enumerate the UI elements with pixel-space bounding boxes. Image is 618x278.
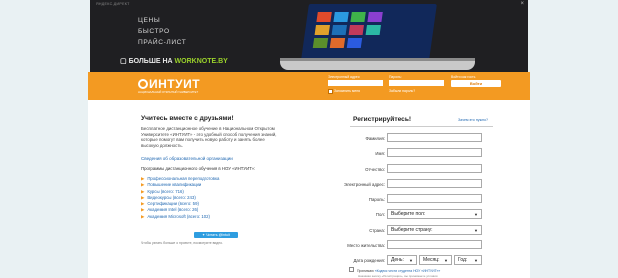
chevron-down-icon: ▼ — [474, 212, 478, 217]
why-register-link[interactable]: Зачем это нужно? — [458, 118, 488, 122]
org-info-link[interactable]: Сведения об образовательной организации — [141, 156, 233, 161]
bullet-icon: ▶ — [141, 182, 145, 188]
gender-label: Пол: — [375, 212, 385, 217]
country-select[interactable]: Выберите страну: ▼ — [387, 225, 482, 235]
ad-line-3: ПРАЙС-ЛИСТ — [138, 39, 187, 46]
year-select[interactable]: Год: ▼ — [454, 255, 482, 265]
remember-checkbox[interactable] — [328, 89, 333, 94]
laptop-image — [301, 4, 437, 60]
bullet-icon: ▶ — [141, 213, 145, 219]
login-button[interactable]: Войти — [451, 80, 501, 87]
password-input[interactable] — [387, 194, 482, 203]
agree-checkbox[interactable] — [349, 267, 354, 272]
ad-label: ЯНДЕКС.ДИРЕКТ — [96, 2, 130, 6]
bullet-icon: ▶ — [141, 194, 145, 200]
agree-row[interactable]: Принимаю «Кодекс чести студента НОУ «ИНТ… — [349, 267, 440, 273]
lastname-input[interactable] — [387, 133, 482, 142]
intro-text: Бесплатное дистанционное обучение в Наци… — [141, 126, 277, 148]
logo-text: ИНТУИТ — [149, 77, 201, 91]
ad-cta[interactable]: ▢ БОЛЬШЕ НА WORKNOTE.BY — [120, 57, 228, 65]
site-header: ИНТУИТ НАЦИОНАЛЬНЫЙ ОТКРЫТЫЙ УНИВЕРСИТЕТ… — [88, 72, 530, 100]
forgot-password-link[interactable]: Забыли пароль? — [389, 89, 415, 93]
video-note: Чтобы узнать больше о проекте, посмотрит… — [141, 241, 223, 245]
email-label: Электронный адрес: — [344, 182, 385, 187]
twitter-follow-button[interactable]: ✦ Читать @intuit — [194, 232, 238, 238]
lastname-label: Фамилия: — [365, 136, 385, 141]
country-label: Страна: — [369, 228, 385, 233]
chevron-down-icon: ▼ — [474, 258, 478, 263]
firstname-label: Имя: — [375, 151, 385, 156]
ad-line-2: БЫСТРО — [138, 28, 170, 35]
bullet-icon: ▶ — [141, 188, 145, 194]
password-label: Пароль: — [368, 197, 385, 202]
ad-cart-icon: ▢ — [120, 58, 127, 65]
laptop-hinge — [280, 58, 475, 61]
birthdate-label: Дата рождения: — [353, 258, 385, 263]
login-email-input[interactable] — [328, 80, 383, 86]
remember-label: Запомнить меня — [334, 89, 360, 93]
password-label: Пароль: — [389, 75, 402, 79]
intuit-logo[interactable]: ИНТУИТ — [138, 77, 200, 91]
logo-circle-icon — [138, 79, 148, 89]
ad-banner[interactable]: ЯНДЕКС.ДИРЕКТ × ЦЕНЫ БЫСТРО ПРАЙС-ЛИСТ ▢… — [90, 0, 528, 72]
programs-label: Программы дистанционного обучения в НОУ … — [141, 166, 256, 171]
ad-line-1: ЦЕНЫ — [138, 17, 161, 24]
logo-subtitle: НАЦИОНАЛЬНЫЙ ОТКРЫТЫЙ УНИВЕРСИТЕТ — [138, 91, 199, 94]
firstname-input[interactable] — [387, 148, 482, 157]
bullet-icon: ▶ — [141, 201, 145, 207]
program-item[interactable]: ▶ Академия Microsoft (всего: 102) — [141, 214, 219, 220]
ad-more-text: БОЛЬШЕ НА — [128, 58, 173, 65]
bullet-icon: ▶ — [141, 207, 145, 213]
bullet-icon: ▶ — [141, 176, 145, 181]
register-title: Регистрируйтесь! — [353, 116, 412, 123]
page: { "ad": { "label": "ЯНДЕКС.ДИРЕКТ", "lin… — [0, 0, 618, 278]
agree-note: Нажимая кнопку «Регистрация», вы принима… — [358, 274, 438, 278]
code-of-honor-link[interactable]: «Кодекс чести студента НОУ «ИНТУИТ»» — [375, 269, 441, 273]
city-input[interactable] — [387, 240, 482, 249]
chevron-down-icon: ▼ — [444, 258, 448, 263]
guest-login-link[interactable]: Войти как гость — [451, 75, 475, 79]
login-password-input[interactable] — [389, 80, 444, 86]
ad-more-link[interactable]: WORKNOTE.BY — [175, 58, 228, 65]
divider — [350, 126, 493, 127]
chevron-down-icon: ▼ — [474, 228, 478, 233]
close-icon[interactable]: × — [520, 1, 524, 7]
programs-list: ▶ Профессиональная переподготовка ▶ Повыше… — [141, 176, 219, 220]
middlename-label: Отчество: — [365, 167, 385, 172]
left-title: Учитесь вместе с друзьями! — [141, 115, 234, 122]
middlename-input[interactable] — [387, 164, 482, 173]
main-content: Учитесь вместе с друзьями! Бесплатное ди… — [88, 100, 530, 278]
day-select[interactable]: День: ▼ — [387, 255, 417, 265]
chevron-down-icon: ▼ — [409, 258, 413, 263]
email-label: Электронный адрес: — [328, 75, 361, 79]
month-select[interactable]: Месяц: ▼ — [419, 255, 452, 265]
city-label: Место жительства: — [347, 243, 385, 248]
email-input[interactable] — [387, 179, 482, 188]
gender-select[interactable]: Выберите пол: ▼ — [387, 209, 482, 219]
